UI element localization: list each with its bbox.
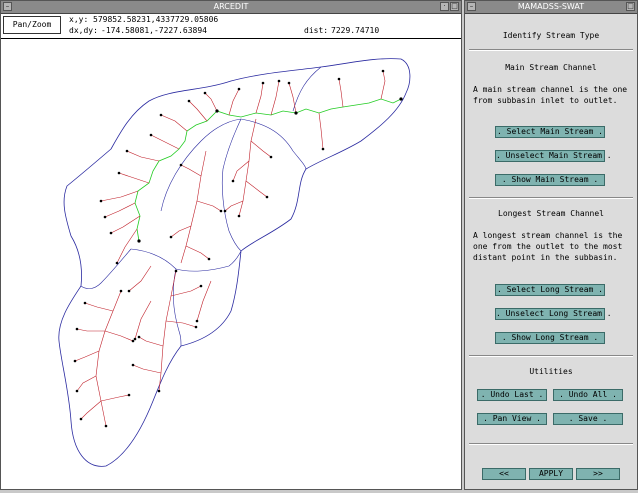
xy-label: x,y:: [69, 15, 89, 24]
divider: [469, 49, 633, 51]
show-main-stream-button[interactable]: . Show Main Stream .: [495, 174, 605, 186]
panel-heading: Identify Stream Type: [502, 31, 600, 40]
dist-label: dist:: [304, 26, 329, 35]
window-menu-icon[interactable]: –: [3, 2, 12, 11]
subbasin-boundary: [160, 118, 242, 212]
stream-nodes: [73, 69, 403, 428]
pan-zoom-button[interactable]: Pan/Zoom: [3, 16, 61, 34]
next-button[interactable]: >>: [576, 468, 620, 480]
main-stream-description: A main stream channel is the one from su…: [473, 85, 628, 105]
dxdy-label: dx,dy:: [69, 26, 98, 35]
arcedit-title: ARCEDIT: [213, 2, 249, 11]
coordinate-bar: Pan/Zoom x,y: 579852.58231,4337729.05806…: [1, 14, 461, 39]
longest-stream-description: A longest stream channel is the one from…: [473, 231, 623, 262]
maximize-icon[interactable]: □: [450, 2, 459, 11]
arcedit-window: – ARCEDIT · □ Pan/Zoom x,y: 579852.58231…: [0, 0, 462, 490]
xy-value: 579852.58231,4337729.05806: [93, 15, 219, 24]
longest-stream-section-title: Longest Stream Channel: [498, 209, 604, 218]
mamadss-swat-panel: – MAMADSS-SWAT □ Identify Stream Type Ma…: [464, 0, 638, 490]
maximize-icon[interactable]: □: [626, 2, 635, 11]
minimize-icon[interactable]: ·: [440, 2, 449, 11]
subbasin-boundary: [292, 66, 322, 112]
show-long-stream-button[interactable]: . Show Long Stream .: [495, 332, 605, 344]
window-menu-icon[interactable]: –: [467, 2, 476, 11]
main-stream-channel: [134, 98, 402, 242]
subbasin-boundary: [221, 118, 242, 252]
select-main-stream-button[interactable]: . Select Main Stream .: [495, 126, 605, 138]
select-long-stream-button[interactable]: . Select Long Stream .: [495, 284, 605, 296]
undo-last-button[interactable]: . Undo Last .: [477, 389, 547, 401]
tributary-streams: [74, 70, 386, 427]
dxdy-value: -174.58081,-7227.63894: [101, 26, 207, 35]
dist-value: 7229.74710: [331, 26, 380, 35]
panel-title: MAMADSS-SWAT: [517, 2, 585, 11]
watershed-map[interactable]: [1, 39, 461, 489]
pan-view-button[interactable]: . Pan View .: [477, 413, 547, 425]
subbasin-boundary: [130, 248, 242, 272]
divider: [469, 443, 633, 445]
save-button[interactable]: . Save .: [553, 413, 623, 425]
undo-all-button[interactable]: . Undo All .: [553, 389, 623, 401]
previous-button[interactable]: <<: [482, 468, 526, 480]
main-stream-section-title: Main Stream Channel: [505, 63, 597, 72]
watershed-boundary: [58, 58, 411, 467]
subbasin-boundary: [80, 248, 132, 289]
divider: [469, 355, 633, 357]
apply-button[interactable]: APPLY: [529, 468, 573, 480]
map-canvas[interactable]: [1, 39, 461, 489]
unselect-long-stream-button[interactable]: . Unselect Long Stream .: [495, 308, 612, 320]
utilities-section-title: Utilities: [529, 367, 573, 376]
divider: [469, 197, 633, 199]
panel-titlebar[interactable]: – MAMADSS-SWAT □: [465, 1, 637, 14]
arcedit-titlebar[interactable]: – ARCEDIT · □: [1, 1, 461, 14]
unselect-main-stream-button[interactable]: . Unselect Main Stream .: [495, 150, 612, 162]
